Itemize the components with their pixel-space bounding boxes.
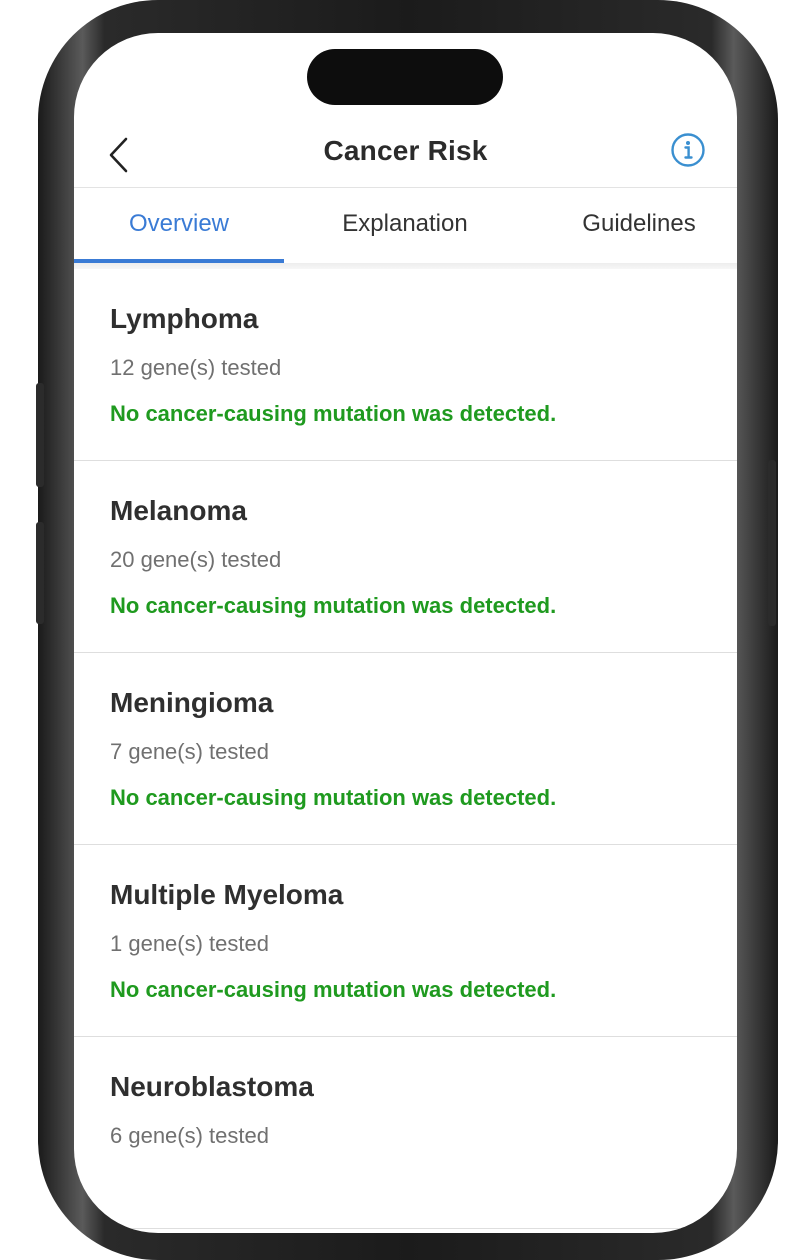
list-item[interactable]: Lymphoma 12 gene(s) tested No cancer-cau… (74, 269, 737, 461)
cancer-risk-list: Lymphoma 12 gene(s) tested No cancer-cau… (74, 269, 737, 1229)
tab-overview[interactable]: Overview (74, 188, 284, 264)
mutation-status: No cancer-causing mutation was detected. (110, 977, 557, 1002)
list-item[interactable]: Melanoma 20 gene(s) tested No cancer-cau… (74, 461, 737, 653)
power-button (768, 460, 776, 626)
cancer-name: Lymphoma (110, 303, 259, 334)
header-bar: Cancer Risk (74, 123, 737, 187)
cancer-name: Neuroblastoma (110, 1071, 314, 1102)
tab-guidelines[interactable]: Guidelines (569, 188, 709, 264)
list-item[interactable]: Meningioma 7 gene(s) tested No cancer-ca… (74, 653, 737, 845)
cancer-name: Multiple Myeloma (110, 879, 344, 910)
volume-up-button (36, 383, 44, 487)
genes-tested: 1 gene(s) tested (110, 931, 269, 956)
page-title: Cancer Risk (323, 135, 488, 166)
mutation-status: No cancer-causing mutation was detected. (110, 401, 557, 426)
info-circle-icon (671, 133, 705, 167)
genes-tested: 20 gene(s) tested (110, 547, 282, 572)
app-screen: Cancer Risk Overview Explanation Guideli… (74, 33, 737, 1233)
list-item[interactable]: Neuroblastoma 6 gene(s) tested (74, 1037, 737, 1229)
volume-down-button (36, 522, 44, 624)
tab-bar: Overview Explanation Guidelines (74, 188, 737, 264)
info-button[interactable] (670, 132, 706, 168)
mutation-status: No cancer-causing mutation was detected. (110, 593, 557, 618)
cancer-name: Melanoma (110, 495, 247, 526)
dynamic-island (307, 49, 503, 105)
list-item[interactable]: Multiple Myeloma 1 gene(s) tested No can… (74, 845, 737, 1037)
genes-tested: 6 gene(s) tested (110, 1123, 269, 1148)
tab-explanation[interactable]: Explanation (299, 188, 511, 264)
mutation-status: No cancer-causing mutation was detected. (110, 785, 557, 810)
genes-tested: 12 gene(s) tested (110, 355, 282, 380)
genes-tested: 7 gene(s) tested (110, 739, 269, 764)
cancer-name: Meningioma (110, 687, 274, 718)
